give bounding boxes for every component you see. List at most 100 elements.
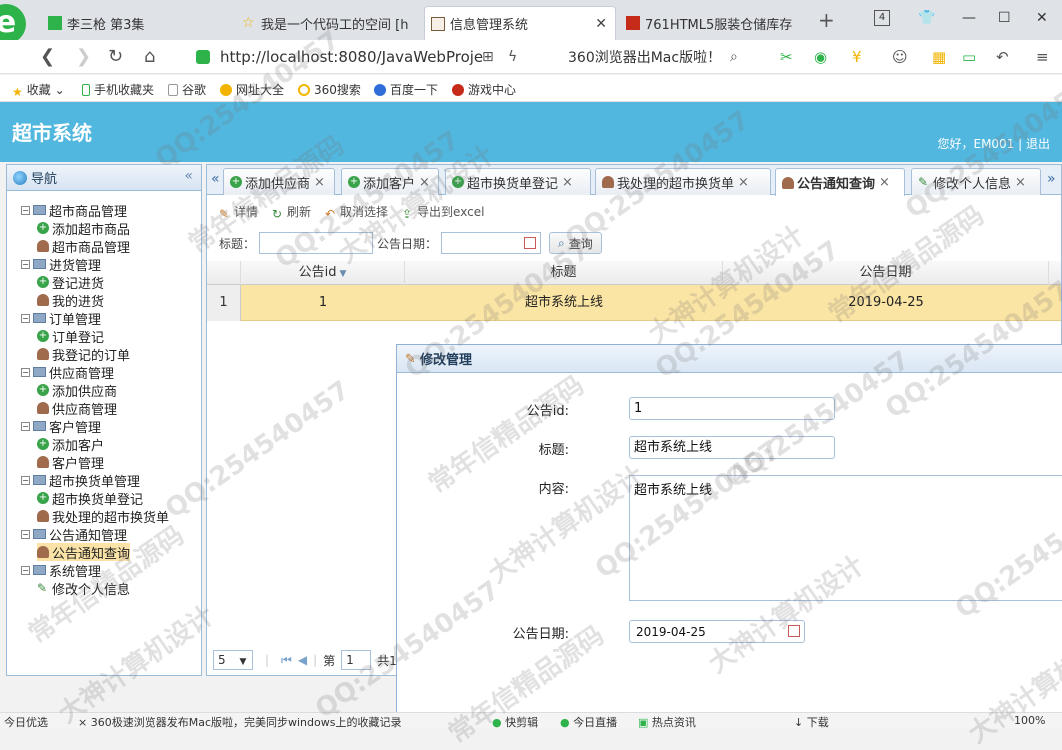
tree-group[interactable]: − 进货管理: [21, 255, 101, 274]
tree-group[interactable]: − 供应商管理: [21, 363, 114, 382]
sidebar-item[interactable]: 我处理的超市换货单: [37, 507, 169, 526]
sidebar-item[interactable]: 客户管理: [37, 453, 104, 472]
tree-group[interactable]: − 公告通知管理: [21, 525, 127, 544]
minimize-icon[interactable]: —: [962, 10, 976, 26]
close-icon[interactable]: ×: [879, 175, 890, 190]
status-item[interactable]: ● 快剪辑: [492, 714, 538, 728]
menu-icon[interactable]: ≡: [1036, 48, 1049, 66]
title-search-input[interactable]: [259, 232, 374, 254]
status-item[interactable]: ● 今日直播: [560, 714, 617, 728]
grid-icon[interactable]: ⊞: [482, 49, 494, 65]
address-bar[interactable]: http://localhost:8080/JavaWebProje: [196, 44, 558, 70]
tab-edit-profile[interactable]: ✎ 修改个人信息 ×: [911, 168, 1041, 195]
undo-icon[interactable]: ↶: [996, 48, 1009, 66]
prev-page-icon[interactable]: ◀: [298, 653, 307, 667]
battery-icon[interactable]: ▭: [962, 48, 976, 66]
bookmark-item[interactable]: 360搜索: [298, 81, 361, 98]
browser-tab-4[interactable]: 761HTML5服装仓储库存: [620, 6, 812, 40]
game-icon[interactable]: ☺: [892, 48, 908, 66]
tree-group[interactable]: − 客户管理: [21, 417, 101, 436]
calendar-icon[interactable]: [788, 625, 800, 637]
tab-exchange-register[interactable]: + 超市换货单登记 ×: [445, 168, 591, 195]
sidebar-item[interactable]: 供应商管理: [37, 399, 117, 418]
sidebar-item[interactable]: + 登记进货: [37, 273, 104, 292]
collapse-icon[interactable]: «: [184, 168, 193, 184]
collapse-toggle-icon[interactable]: −: [21, 565, 30, 575]
clear-selection-button[interactable]: ↶ 取消选择: [325, 203, 388, 221]
column-header-date[interactable]: 公告日期: [723, 261, 1049, 285]
bookmark-item[interactable]: 网址大全: [220, 81, 284, 98]
tree-group[interactable]: − 超市商品管理: [21, 201, 127, 220]
status-item[interactable]: 今日优选: [4, 714, 48, 728]
tree-group[interactable]: − 系统管理: [21, 561, 101, 580]
calendar-icon[interactable]: [524, 237, 537, 249]
title-field[interactable]: 超市系统上线: [629, 436, 835, 459]
first-page-icon[interactable]: ⏮: [281, 653, 292, 668]
zoom-level[interactable]: 100%: [1014, 714, 1045, 727]
tabs-scroll-right-icon[interactable]: »: [1047, 171, 1056, 187]
close-icon[interactable]: ×: [314, 175, 325, 190]
shirt-icon[interactable]: 👕: [918, 10, 935, 26]
detail-button[interactable]: ✎ 详情: [219, 203, 258, 221]
table-row[interactable]: 1 1 超市系统上线 2019-04-25: [207, 285, 1061, 321]
reload-icon[interactable]: ↻: [108, 46, 123, 67]
maximize-icon[interactable]: ☐: [998, 10, 1011, 26]
collapse-toggle-icon[interactable]: −: [21, 367, 30, 377]
collapse-toggle-icon[interactable]: −: [21, 205, 30, 215]
date-search-input[interactable]: [441, 232, 542, 254]
back-icon[interactable]: ❮: [40, 46, 55, 67]
close-tab-icon[interactable]: ✕: [595, 16, 607, 32]
apps-icon[interactable]: ▦: [932, 48, 946, 66]
bookmark-item[interactable]: 百度一下: [374, 81, 438, 98]
tab-add-supplier[interactable]: + 添加供应商 ×: [223, 168, 335, 195]
close-icon[interactable]: ×: [562, 175, 573, 190]
browser-logo-icon[interactable]: e: [0, 4, 26, 44]
translate-icon[interactable]: ◉: [814, 48, 827, 66]
tree-group[interactable]: − 超市换货单管理: [21, 471, 140, 490]
date-field[interactable]: 2019-04-25: [629, 620, 805, 643]
refresh-button[interactable]: ↻ 刷新: [272, 203, 311, 221]
collapse-toggle-icon[interactable]: −: [21, 313, 30, 323]
browser-tab-2[interactable]: ☆ 我是一个代码工的空间 [h: [236, 6, 420, 40]
sidebar-item[interactable]: 我登记的订单: [37, 345, 130, 364]
promo-text[interactable]: 360浏览器出Mac版啦！: [568, 47, 721, 67]
tab-add-customer[interactable]: + 添加客户 ×: [341, 168, 439, 195]
column-header-title[interactable]: 标题: [405, 261, 723, 285]
page-size-select[interactable]: 5 ▼: [213, 650, 253, 670]
close-icon[interactable]: ×: [738, 175, 749, 190]
sidebar-item[interactable]: 我的进货: [37, 291, 104, 310]
content-field[interactable]: 超市系统上线: [629, 475, 1062, 601]
collapse-toggle-icon[interactable]: −: [21, 421, 30, 431]
status-news[interactable]: × 360极速浏览器发布Mac版啦，完美同步windows上的收藏记录: [78, 714, 401, 728]
collapse-toggle-icon[interactable]: −: [21, 259, 30, 269]
home-icon[interactable]: ⌂: [144, 46, 155, 67]
close-icon[interactable]: ×: [1015, 175, 1026, 190]
coin-icon[interactable]: ¥: [852, 48, 862, 66]
bookmark-item[interactable]: 游戏中心: [452, 81, 516, 98]
status-item[interactable]: ▣ 热点资讯: [638, 714, 696, 728]
tab-notice-query[interactable]: 公告通知查询 ×: [775, 168, 905, 196]
browser-tab-active[interactable]: 信息管理系统 ✕: [424, 6, 616, 40]
page-number-input[interactable]: 1: [341, 650, 372, 670]
tree-group[interactable]: − 订单管理: [21, 309, 101, 328]
sidebar-item[interactable]: + 添加供应商: [37, 381, 117, 400]
tab-counter[interactable]: 4: [874, 10, 890, 26]
close-window-icon[interactable]: ✕: [1036, 10, 1048, 26]
column-header-id[interactable]: 公告id ▼: [241, 261, 405, 285]
sidebar-item[interactable]: 公告通知查询: [37, 543, 131, 562]
forward-icon[interactable]: ❯: [76, 46, 91, 67]
user-info[interactable]: 您好，EM001 | 退出: [937, 135, 1050, 152]
collapse-toggle-icon[interactable]: −: [21, 475, 30, 485]
new-tab-icon[interactable]: +: [818, 8, 835, 32]
lightning-icon[interactable]: ϟ: [508, 49, 517, 65]
collapse-toggle-icon[interactable]: −: [21, 529, 30, 539]
download-button[interactable]: ↓ 下载: [794, 714, 829, 728]
search-button[interactable]: ⌕ 查询: [549, 232, 602, 254]
bookmark-item[interactable]: 手机收藏夹: [82, 81, 154, 98]
sidebar-item[interactable]: + 添加客户: [37, 435, 104, 454]
browser-tab-1[interactable]: 李三枪 第3集: [42, 6, 222, 40]
sidebar-item[interactable]: 超市商品管理: [37, 237, 130, 256]
id-field[interactable]: 1: [629, 397, 835, 420]
search-icon[interactable]: ⌕: [730, 49, 738, 65]
export-excel-button[interactable]: ⇪ 导出到excel: [402, 203, 484, 221]
